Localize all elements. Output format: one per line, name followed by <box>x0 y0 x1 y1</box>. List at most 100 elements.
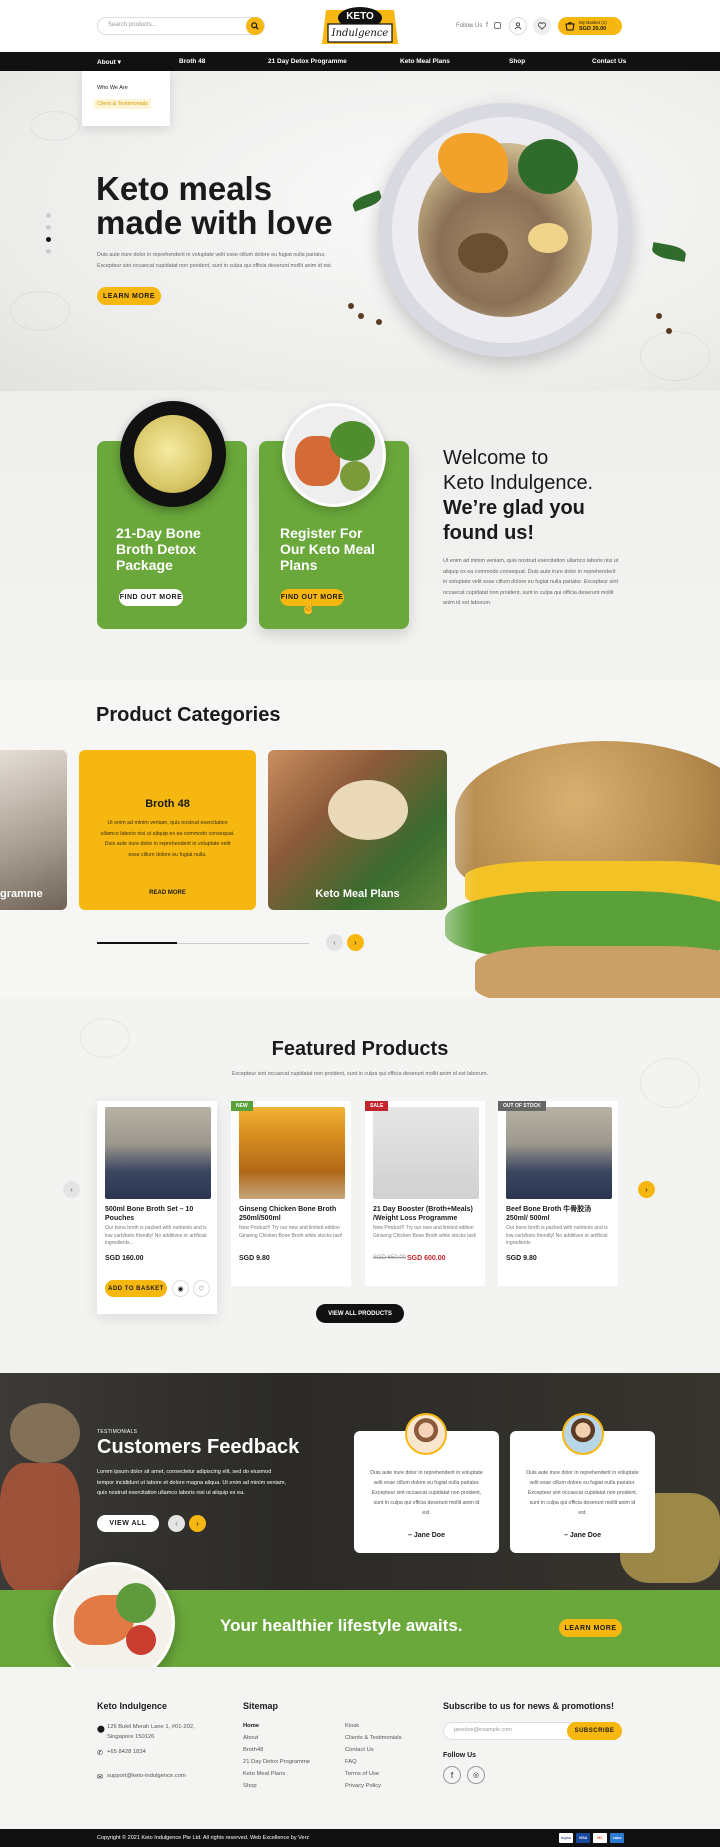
leaf-decoration <box>651 242 687 262</box>
add-to-basket-button[interactable]: ADD TO BASKET <box>105 1280 167 1297</box>
footer-link-meal-plans[interactable]: Keto Meal Plans <box>243 1768 310 1780</box>
promo-card-title: Register For Our Keto Meal Plans <box>280 525 375 573</box>
account-icon[interactable] <box>509 17 527 35</box>
logo-text-bottom: Indulgence <box>331 28 389 39</box>
slider-dot[interactable] <box>46 249 51 254</box>
instagram-icon[interactable] <box>494 22 501 29</box>
product-title[interactable]: Ginseng Chicken Bone Broth 250ml/500ml <box>239 1205 343 1223</box>
footer-link-home[interactable]: Home <box>243 1720 310 1732</box>
featured-prev-arrow[interactable]: ‹ <box>63 1181 80 1198</box>
category-card-detox[interactable]: gramme <box>0 750 67 910</box>
nuts-background <box>10 1403 80 1463</box>
subscribe-email-input[interactable]: janedoe@example.com <box>454 1727 512 1733</box>
cta-learn-more-button[interactable]: LEARN MORE <box>559 1619 622 1637</box>
sitemap-col2: Kiosk Clients & Testimonials Contact Us … <box>345 1720 402 1792</box>
view-all-testimonials-button[interactable]: VIEW ALL <box>97 1515 159 1532</box>
footer-link-testimonials[interactable]: Clients & Testimonials <box>345 1732 402 1744</box>
footer-link-shop[interactable]: Shop <box>243 1780 310 1792</box>
categories-heading: Product Categories <box>96 704 281 726</box>
categories-prev-arrow[interactable]: ‹ <box>326 934 343 951</box>
nav-contact[interactable]: Contact Us <box>592 58 626 65</box>
hero-text: Excepteur sint occaecat cupidatat non pr… <box>97 263 333 269</box>
product-card[interactable]: SALE 21 Day Booster (Broth+Meals) /Weigh… <box>365 1101 485 1286</box>
product-description: Our bone broth is packed with nutrients … <box>105 1225 207 1246</box>
nav-meal-plans[interactable]: Keto Meal Plans <box>400 58 450 65</box>
sketch-decoration <box>30 111 80 141</box>
footer-link-faq[interactable]: FAQ <box>345 1756 402 1768</box>
footer-link-broth48[interactable]: Broth48 <box>243 1744 310 1756</box>
footer-link-terms[interactable]: Terms of Use <box>345 1768 402 1780</box>
wishlist-heart-icon[interactable]: ♡ <box>193 1280 210 1297</box>
featured-next-arrow[interactable]: › <box>638 1181 655 1198</box>
footer-email[interactable]: support@keto-indulgence.com <box>107 1770 186 1782</box>
bean-decoration <box>358 313 364 319</box>
footer-link-contact[interactable]: Contact Us <box>345 1744 402 1756</box>
slider-dot[interactable] <box>46 225 51 230</box>
product-title[interactable]: 500ml Bone Broth Set – 10 Pouches <box>105 1205 209 1223</box>
product-description: Our bone broth is packed with nutrients … <box>506 1225 608 1246</box>
cta-band-text: Your healthier lifestyle awaits. <box>220 1616 463 1635</box>
product-image[interactable] <box>239 1107 345 1199</box>
wishlist-icon[interactable] <box>533 17 551 35</box>
subscribe-button[interactable]: SUBSCRIBE <box>567 1722 622 1740</box>
product-card[interactable]: 500ml Bone Broth Set – 10 Pouches Our bo… <box>97 1101 217 1314</box>
category-card-broth48[interactable]: Broth 48 Ut enim ad minim veniam, quis n… <box>79 750 256 910</box>
welcome-body: Ut enim ad minim veniam, quis nostrud ex… <box>443 558 619 606</box>
basket-button[interactable]: My Basket (1) SGD 20.00 <box>558 17 622 35</box>
categories-next-arrow[interactable]: › <box>347 934 364 951</box>
search-bar[interactable]: Search products... <box>97 17 265 35</box>
instagram-icon[interactable]: ◎ <box>467 1766 485 1784</box>
slider-dot[interactable] <box>46 213 51 218</box>
footer-phone[interactable]: +65 8428 1834 <box>107 1746 146 1758</box>
site-logo[interactable]: KETO Indulgence <box>320 4 400 48</box>
welcome-line2: Keto Indulgence. <box>443 472 594 494</box>
nav-broth48[interactable]: Broth 48 <box>179 58 205 65</box>
footer-link-kiosk[interactable]: Kiosk <box>345 1720 402 1732</box>
category-card-title: gramme <box>0 888 43 900</box>
feedback-section: TESTIMONIALS Customers Feedback Lorem ip… <box>0 1373 720 1590</box>
dropdown-item-who-we-are[interactable]: Who We Are <box>97 85 128 91</box>
promo-card-title: 21-Day Bone Broth Detox Package <box>116 525 201 573</box>
copyright-bar: Copyright © 2021 Keto Indulgence Pte Ltd… <box>0 1829 720 1847</box>
product-title[interactable]: Beef Bone Broth 牛骨胶汤 250ml/ 500ml <box>506 1205 610 1223</box>
testimonials-prev-arrow[interactable]: ‹ <box>168 1515 185 1532</box>
product-price: SGD 600.00 <box>407 1255 446 1262</box>
nav-about[interactable]: About ▾ <box>97 58 121 66</box>
search-input[interactable]: Search products... <box>108 22 157 28</box>
product-badge-out-of-stock: OUT OF STOCK <box>498 1101 546 1111</box>
product-card[interactable]: NEW Ginseng Chicken Bone Broth 250ml/500… <box>231 1101 351 1286</box>
facebook-icon[interactable]: f <box>486 22 488 29</box>
footer-link-about[interactable]: About <box>243 1732 310 1744</box>
sketch-decoration <box>640 331 710 381</box>
dropdown-item-client-testimonials[interactable]: Client & Testimonials <box>94 99 151 109</box>
bean-decoration <box>656 313 662 319</box>
promo-section: 21-Day Bone Broth Detox Package FIND OUT… <box>0 391 720 681</box>
product-image[interactable] <box>105 1107 211 1199</box>
hero-learn-more-button[interactable]: LEARN MORE <box>97 287 161 305</box>
nav-detox[interactable]: 21 Day Detox Programme <box>268 58 347 65</box>
product-image[interactable] <box>506 1107 612 1199</box>
testimonials-next-arrow[interactable]: › <box>189 1515 206 1532</box>
broth-bowl-image <box>120 401 226 507</box>
nav-shop[interactable]: Shop <box>509 58 525 65</box>
welcome-line3: We’re glad you <box>443 497 585 519</box>
search-icon[interactable] <box>246 17 264 35</box>
product-title[interactable]: 21 Day Booster (Broth+Meals) /Weight Los… <box>373 1205 477 1223</box>
product-price: SGD 160.00 <box>105 1255 144 1262</box>
featured-subtitle: Excepteur sint occaecat cupidatat non pr… <box>231 1071 489 1077</box>
footer-link-detox[interactable]: 21 Day Detox Programme <box>243 1756 310 1768</box>
category-read-more-link[interactable]: READ MORE <box>79 890 256 896</box>
bean-decoration <box>348 303 354 309</box>
product-card[interactable]: OUT OF STOCK Beef Bone Broth 牛骨胶汤 250ml/… <box>498 1101 618 1286</box>
view-all-products-button[interactable]: VIEW ALL PRODUCTS <box>316 1304 404 1323</box>
facebook-icon[interactable]: f <box>443 1766 461 1784</box>
footer-brand: Keto Indulgence <box>97 1701 168 1711</box>
product-description: New Product!! Try our new and limited ed… <box>239 1225 343 1239</box>
category-card-meal-plans[interactable]: Keto Meal Plans <box>268 750 447 910</box>
quick-view-icon[interactable]: ◉ <box>172 1280 189 1297</box>
promo-find-out-more-button[interactable]: FIND OUT MORE <box>119 589 183 606</box>
footer-link-privacy[interactable]: Privacy Policy <box>345 1780 402 1792</box>
slider-dot-active[interactable] <box>46 237 51 242</box>
product-image[interactable] <box>373 1107 479 1199</box>
footer-address: Singapore 150126 <box>107 1734 155 1740</box>
